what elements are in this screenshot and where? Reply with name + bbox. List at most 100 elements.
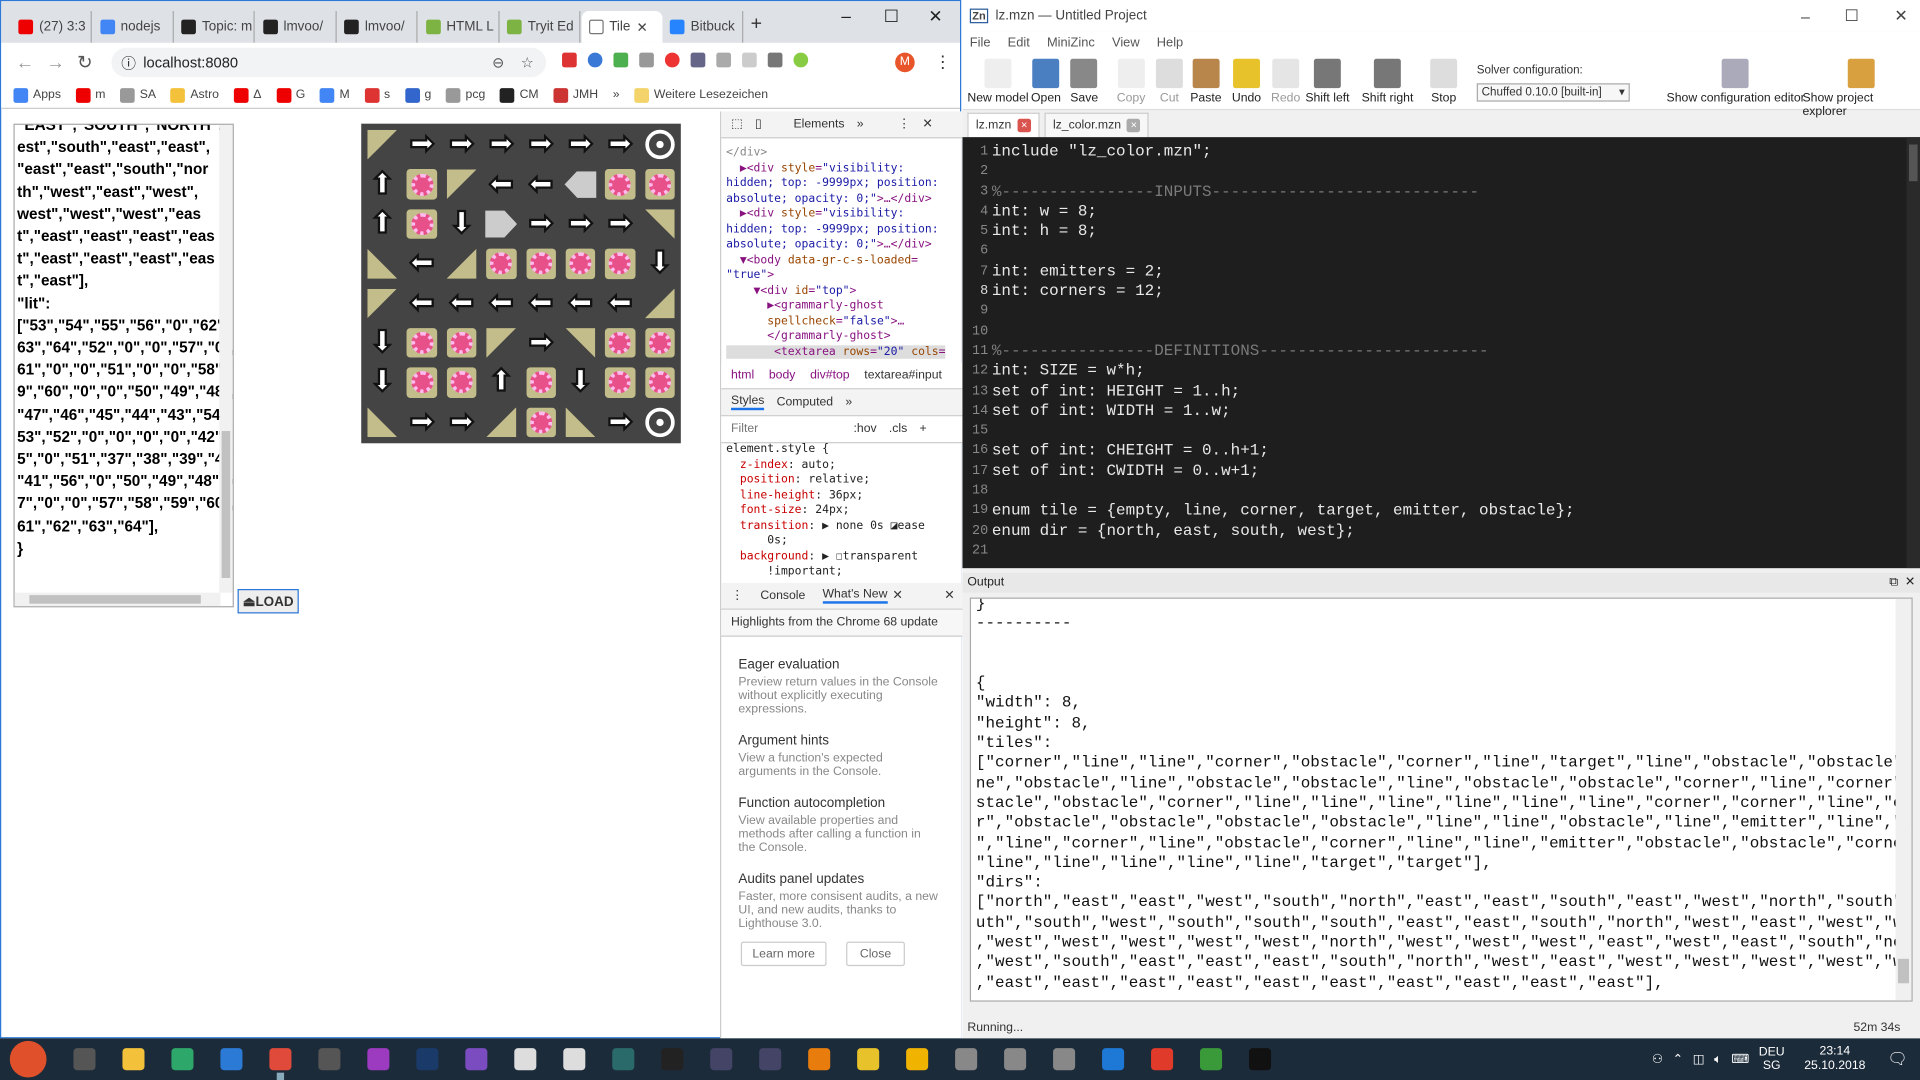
tile[interactable]: ➡ [521,323,561,363]
blender-icon[interactable] [808,1048,831,1071]
app-icon[interactable] [906,1048,929,1071]
tile[interactable] [442,244,482,284]
tile[interactable]: ➡ [402,402,442,442]
devtools-menu-icon[interactable]: ⋮ [898,118,910,131]
vscode-icon[interactable] [220,1048,243,1071]
tile[interactable] [481,323,521,363]
task-view-icon[interactable] [73,1048,96,1071]
photoshop-icon[interactable] [416,1048,439,1071]
close-devtools-icon[interactable]: ✕ [922,118,932,131]
bookmark[interactable]: JMH [553,87,598,103]
app-icon[interactable] [759,1048,782,1071]
tile[interactable]: ➡ [600,204,640,244]
extension-icon[interactable] [639,52,654,68]
menu-help[interactable]: Help [1157,36,1183,51]
extension-icon[interactable] [716,52,732,68]
new-tab-button[interactable]: + [751,13,762,35]
back-button[interactable]: ← [16,52,34,73]
other-bookmarks[interactable]: Weitere Lesezeichen [634,87,768,103]
tile[interactable] [362,283,402,323]
show-project-explorer-button[interactable]: Show project explorer [1802,58,1920,119]
breadcrumb-item[interactable]: div#top [810,369,849,382]
unity-icon[interactable] [514,1048,537,1071]
tile[interactable]: ⬇ [362,323,402,363]
tile[interactable]: ⬇ [640,244,680,284]
browser-tab[interactable]: Topic: m [174,11,255,43]
close-drawer-icon[interactable]: ✕ [944,589,954,602]
code-editor[interactable]: 1 include "lz_color.mzn"; 2 3 %-------------… [962,137,1920,569]
tile[interactable]: ⬅ [521,165,561,205]
float-icon[interactable]: ⧉ [1889,573,1898,593]
tile[interactable]: ➡ [521,125,561,165]
close-icon[interactable]: ✕ [1905,573,1915,593]
bookmark[interactable]: CM [499,87,539,103]
tile[interactable] [442,323,482,363]
tab-lz-color-mzn[interactable]: lz_color.mzn × [1044,112,1150,138]
tile[interactable] [521,363,561,403]
tab-computed[interactable]: Computed [777,396,833,409]
bookmark[interactable]: m [75,87,105,103]
minizinc-icon[interactable] [563,1048,586,1071]
zoom-icon[interactable]: ⊖ [492,54,504,71]
tile[interactable]: ⬇ [442,204,482,244]
tile[interactable]: ➡ [442,125,482,165]
new-model-button[interactable]: New model [967,58,1029,105]
tile[interactable] [561,323,601,363]
tile[interactable] [600,165,640,205]
app-icon[interactable] [1053,1048,1076,1071]
app-icon[interactable] [171,1048,194,1071]
extension-icon[interactable] [793,52,809,68]
tile[interactable]: ⬇ [561,363,601,403]
add-rule-button[interactable]: + [919,422,926,435]
bookmark[interactable]: pcg [445,87,485,103]
notifications-icon[interactable]: 🗨︎ [1888,1049,1908,1069]
tile[interactable]: ⬇ [362,363,402,403]
more-tabs[interactable]: » [845,396,852,409]
app-icon[interactable] [1200,1048,1223,1071]
menu-edit[interactable]: Edit [1008,36,1030,51]
item-title[interactable]: Eager evaluation [738,658,962,673]
paste-button[interactable]: Paste [1190,58,1222,105]
bookmark[interactable]: Δ [233,87,261,103]
app-icon[interactable] [612,1048,635,1071]
store-icon[interactable] [318,1048,341,1071]
visual-studio-icon[interactable] [465,1048,488,1071]
output-pane[interactable]: } ---------- { "width": 8, "height": 8, … [969,597,1913,1002]
tile[interactable] [481,402,521,442]
tile[interactable] [402,363,442,403]
tile[interactable] [600,323,640,363]
tile[interactable] [640,204,680,244]
cut-button[interactable]: Cut [1155,58,1183,105]
browser-tab[interactable]: Tryit Ed [500,11,581,43]
redo-button[interactable]: Redo [1271,58,1300,105]
tile[interactable]: ⬅ [481,283,521,323]
star-icon[interactable]: ☆ [521,54,534,71]
learn-more-button[interactable]: Learn more [740,941,827,967]
browser-tab[interactable]: Tile ✕ [581,11,662,43]
pinterest-icon[interactable] [664,52,680,68]
shift-left-button[interactable]: Shift left [1305,58,1350,105]
tile[interactable]: ⬅ [521,283,561,323]
app-icon[interactable] [710,1048,733,1071]
edge-icon[interactable] [1102,1048,1125,1071]
reload-button[interactable]: ↻ [77,51,92,74]
chrome-icon[interactable] [269,1048,292,1071]
tile[interactable]: ➡ [600,402,640,442]
tab-lz-mzn[interactable]: lz.mzn × [967,112,1040,138]
close-window-button[interactable]: ✕ [917,6,954,27]
tile[interactable] [481,204,521,244]
tile[interactable] [640,402,680,442]
tile[interactable] [521,402,561,442]
tile[interactable]: ➡ [600,125,640,165]
tile[interactable]: ⬅ [561,283,601,323]
tile[interactable]: ➡ [442,402,482,442]
bookmark[interactable]: M [319,87,350,103]
tab-styles[interactable]: Styles [731,394,765,411]
k-icon[interactable] [661,1048,684,1071]
bookmark[interactable]: Apps [13,87,61,103]
tile[interactable]: ➡ [402,125,442,165]
breadcrumb-item[interactable]: body [769,369,796,382]
language-indicator[interactable]: DEU SG [1759,1046,1785,1073]
tile[interactable]: ⬅ [481,165,521,205]
bookmarks-more[interactable]: » [613,88,620,101]
